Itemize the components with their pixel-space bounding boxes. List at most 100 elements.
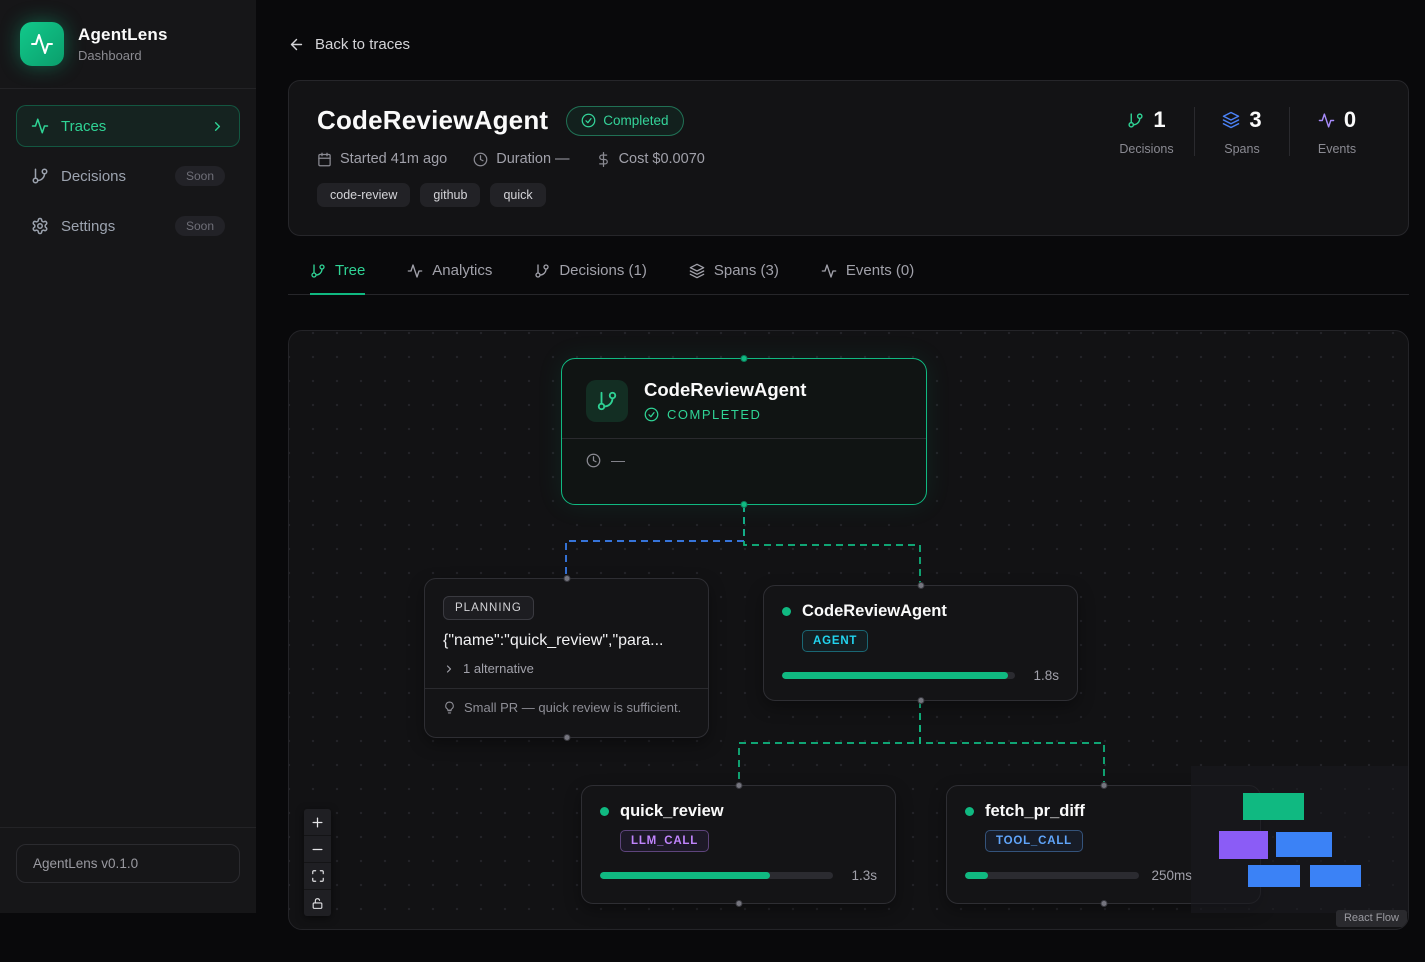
flow-canvas[interactable]: CodeReviewAgent COMPLETED — PLANNING {"n… [288,330,1409,930]
node-handle[interactable] [563,734,570,741]
status-badge: Completed [566,106,683,136]
node-handle[interactable] [1100,900,1107,907]
lightbulb-icon [443,701,456,714]
node-handle[interactable] [735,900,742,907]
layers-icon [1222,111,1240,129]
decision-action-text: {"name":"quick_review","para... [443,632,690,650]
zoom-in-button[interactable] [304,809,331,835]
node-span-codereviewagent[interactable]: CodeReviewAgent AGENT 1.8s [763,585,1078,701]
tag: quick [490,183,545,207]
stat-label: Spans [1195,142,1289,156]
app-subtitle: Dashboard [78,48,168,63]
back-link-label: Back to traces [315,36,410,53]
edge-agent-to-quick-review [739,701,920,785]
flow-controls [304,809,331,916]
sidebar-item-label: Traces [61,118,106,135]
node-handle[interactable] [1100,782,1107,789]
sidebar-item-traces[interactable]: Traces [16,105,240,147]
stat-events: 0 Events [1289,107,1384,156]
tab-label: Analytics [432,262,492,279]
main-content: Back to traces CodeReviewAgent Completed… [256,0,1425,53]
node-handle[interactable] [563,575,570,582]
sidebar-nav: Traces Decisions Soon Settings Soon [0,89,256,263]
zoom-out-button[interactable] [304,836,331,862]
minimap-node [1310,865,1361,887]
tag: code-review [317,183,410,207]
node-span-quick-review[interactable]: quick_review LLM_CALL 1.3s [581,785,896,904]
node-handle[interactable] [917,582,924,589]
tag: github [420,183,480,207]
span-type-badge: TOOL_CALL [985,830,1083,852]
brand: AgentLens Dashboard [0,0,256,89]
soon-badge: Soon [175,166,225,186]
version-label: AgentLens v0.1.0 [16,844,240,883]
stats: 1 Decisions 3 Spans 0 Events [1099,107,1384,156]
started-label: Started 41m ago [340,151,447,167]
node-handle[interactable] [917,697,924,704]
minimap[interactable] [1191,766,1408,913]
tab-events[interactable]: Events (0) [821,262,914,295]
tab-spans[interactable]: Spans (3) [689,262,779,295]
root-node-status: COMPLETED [667,407,761,422]
clock-icon [473,152,488,167]
sidebar: AgentLens Dashboard Traces Decisions Soo… [0,0,256,913]
trace-header-card: CodeReviewAgent Completed Started 41m ag… [288,80,1409,236]
tab-tree[interactable]: Tree [310,262,365,295]
tab-label: Spans (3) [714,262,779,279]
git-branch-icon [310,263,326,279]
sidebar-item-decisions[interactable]: Decisions Soon [16,155,240,197]
sidebar-item-settings[interactable]: Settings Soon [16,205,240,247]
duration-bar [965,872,1139,879]
node-handle[interactable] [741,355,748,362]
gear-icon [31,217,49,235]
alternatives-expander[interactable]: 1 alternative [443,661,690,676]
node-decision-planning[interactable]: PLANNING {"name":"quick_review","para...… [424,578,709,738]
node-handle[interactable] [735,782,742,789]
trace-title: CodeReviewAgent [317,105,548,136]
span-duration: 1.8s [1027,668,1059,683]
tab-analytics[interactable]: Analytics [407,262,492,295]
span-duration: 250ms [1151,868,1192,883]
root-node-title: CodeReviewAgent [644,379,806,401]
minimap-node [1219,831,1268,859]
edge-agent-to-fetch-pr-diff [920,701,1104,785]
stat-value: 3 [1249,107,1261,133]
decision-type-badge: PLANNING [443,596,534,620]
dollar-icon [596,152,611,167]
stat-value: 1 [1153,107,1165,133]
sidebar-item-label: Decisions [61,168,126,185]
activity-icon [31,117,49,135]
git-branch-icon [586,380,628,422]
fit-view-button[interactable] [304,863,331,889]
node-root-codereviewagent[interactable]: CodeReviewAgent COMPLETED — [561,358,927,505]
status-label: Completed [603,113,668,128]
arrow-left-icon [288,36,305,53]
react-flow-attribution[interactable]: React Flow [1336,910,1407,927]
duration-bar [782,672,1015,679]
tab-label: Events (0) [846,262,914,279]
back-to-traces-link[interactable]: Back to traces [288,36,410,53]
span-type-badge: AGENT [802,630,868,652]
minimap-node [1248,865,1300,887]
app-name: AgentLens [78,25,168,45]
alternatives-label: 1 alternative [463,661,534,676]
git-branch-icon [534,263,550,279]
stat-value: 0 [1344,107,1356,133]
node-handle[interactable] [741,501,748,508]
stat-label: Events [1290,142,1384,156]
app-logo-pulse-icon [20,22,64,66]
soon-badge: Soon [175,216,225,236]
cost-meta: Cost $0.0070 [596,151,705,167]
started-meta: Started 41m ago [317,151,447,167]
tab-decisions[interactable]: Decisions (1) [534,262,647,295]
duration-bar [600,872,833,879]
lock-button[interactable] [304,890,331,916]
tab-label: Tree [335,262,365,279]
git-branch-icon [1127,112,1144,129]
root-node-duration: — [611,452,625,468]
minimap-node [1276,832,1332,857]
cost-label: Cost $0.0070 [619,151,705,167]
status-dot-icon [782,607,791,616]
activity-icon [1318,112,1335,129]
activity-icon [407,263,423,279]
